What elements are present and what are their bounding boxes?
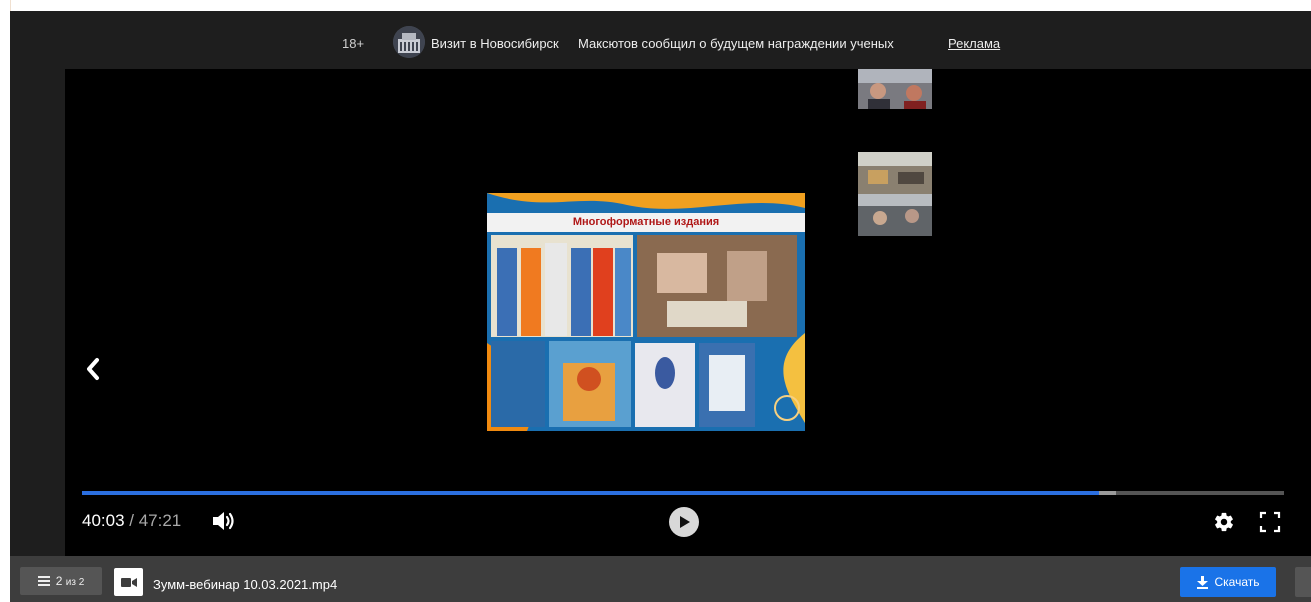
participant-video	[858, 69, 932, 109]
media-viewer: 18+ Визит в Новосибирск Максютов сообщил…	[10, 11, 1311, 556]
participant-video	[858, 152, 932, 236]
ad-headline[interactable]: Максютов сообщил о будущем награждении у…	[578, 36, 894, 51]
participant-thumbnail	[858, 69, 932, 109]
progress-played	[82, 491, 1099, 495]
previous-file-button[interactable]	[79, 354, 107, 384]
current-time: 40:03	[82, 511, 125, 530]
ad-source: Визит в Новосибирск	[431, 36, 559, 51]
file-bar: 2 из 2 Зумм-вебинар 10.03.2021.mp4 Скача…	[10, 556, 1311, 602]
fullscreen-icon[interactable]	[1259, 511, 1281, 533]
slide-title: Многоформатные издания	[487, 213, 805, 232]
ad-banner[interactable]: 18+ Визит в Новосибирск Максютов сообщил…	[10, 11, 1311, 69]
more-actions-button[interactable]	[1295, 567, 1311, 597]
play-button[interactable]	[669, 507, 699, 537]
file-counter-total: из 2	[65, 577, 85, 588]
participant-thumbnail	[858, 152, 932, 236]
chevron-left-icon	[87, 358, 99, 380]
video-area[interactable]: Многоформатные издания 40:03 / 47:21	[65, 69, 1311, 556]
volume-icon[interactable]	[211, 510, 237, 532]
video-file-icon	[114, 568, 143, 596]
file-counter-current: 2	[55, 574, 63, 588]
download-icon	[1196, 575, 1208, 589]
presentation-slide: Многоформатные издания	[487, 193, 805, 431]
ad-link[interactable]: Реклама	[948, 36, 1000, 51]
ad-age-rating: 18+	[342, 36, 365, 51]
progress-bar[interactable]	[82, 491, 1284, 495]
ad-logo-icon	[393, 26, 425, 58]
menu-icon	[37, 576, 50, 586]
download-label: Скачать	[1214, 575, 1260, 589]
file-name: Зумм-вебинар 10.03.2021.mp4	[153, 577, 338, 592]
total-time: 47:21	[138, 511, 182, 530]
time-separator: /	[124, 511, 139, 530]
time-display: 40:03 / 47:21	[82, 511, 181, 531]
download-button[interactable]: Скачать	[1180, 567, 1276, 597]
play-icon	[680, 516, 690, 528]
gear-icon[interactable]	[1213, 511, 1235, 533]
file-list-button[interactable]: 2 из 2	[20, 567, 102, 595]
